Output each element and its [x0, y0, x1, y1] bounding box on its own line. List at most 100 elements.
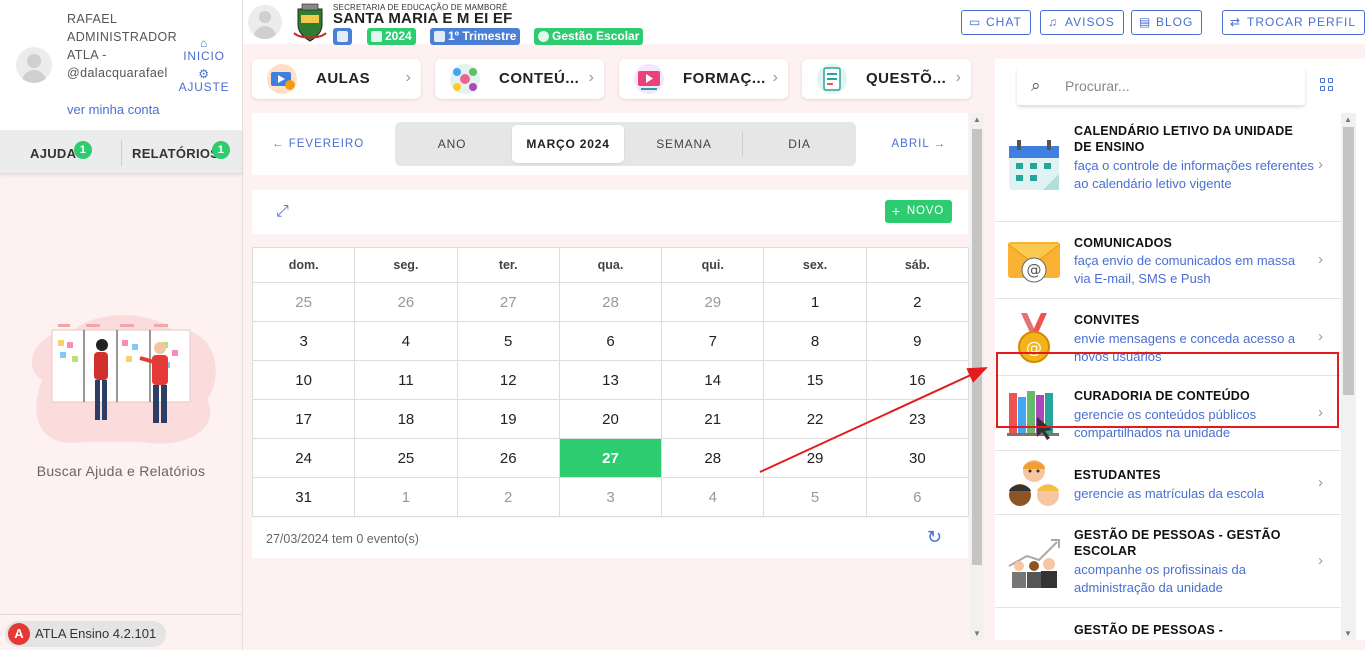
list-item[interactable]: @ COMUNICADOS faça envio de comunicados … [995, 223, 1341, 299]
list-item[interactable]: GESTÃO DE PESSOAS - [995, 609, 1341, 640]
home-button[interactable]: ⌂ INICIO [177, 37, 231, 63]
calendar-day[interactable]: 22 [764, 400, 867, 439]
reports-count-badge: 1 [212, 141, 230, 159]
tab-divider [121, 140, 122, 166]
list-item[interactable]: ESTUDANTES gerencie as matrículas da esc… [995, 452, 1341, 515]
term-chip[interactable]: 1º Trimestre [430, 28, 521, 45]
tab-help[interactable]: AJUDA 1 [30, 141, 92, 161]
calendar-day[interactable]: 3 [559, 478, 663, 517]
module-aulas[interactable]: AULAS › [252, 59, 421, 99]
calendar-day[interactable]: 27 [559, 439, 663, 478]
sidebar-tabs: AJUDA 1 RELATÓRIOS 1 [0, 130, 242, 174]
blog-button[interactable]: ▤ BLOG [1131, 10, 1203, 35]
calendar-day[interactable]: 21 [662, 400, 765, 439]
calendar-day[interactable]: 6 [559, 322, 663, 361]
calendar-day[interactable]: 6 [866, 478, 969, 517]
right-panel-scrollbar[interactable]: ▲ ▼ [1341, 113, 1356, 640]
new-event-button[interactable]: + NOVO [884, 200, 952, 223]
calendar-day[interactable]: 28 [662, 439, 765, 478]
scroll-up-icon[interactable]: ▲ [973, 115, 981, 124]
chat-button[interactable]: ▭ CHAT [961, 10, 1031, 35]
main-scrollbar-thumb[interactable] [972, 129, 982, 565]
calendar-day[interactable]: 23 [866, 400, 969, 439]
calendar-day[interactable]: 12 [457, 361, 560, 400]
chevron-right-icon: › [588, 69, 594, 86]
help-caption: Buscar Ajuda e Relatórios [36, 463, 206, 479]
list-item[interactable]: GESTÃO DE PESSOAS - GESTÃO ESCOLAR acomp… [995, 516, 1341, 608]
grid-view-icon[interactable] [1320, 78, 1334, 92]
content-network-icon [450, 64, 480, 94]
calendar-day[interactable]: 19 [457, 400, 560, 439]
user-box: RAFAEL ADMINISTRADOR ATLA - @dalacquaraf… [0, 0, 242, 130]
calendar-day[interactable]: 2 [866, 283, 969, 322]
main-scrollbar[interactable]: ▲ ▼ [970, 113, 984, 640]
version-pill[interactable]: A ATLA Ensino 4.2.101 [5, 621, 167, 647]
account-link[interactable]: ver minha conta [67, 102, 160, 117]
expand-icon[interactable]: ⤢ [276, 203, 289, 221]
user-avatar[interactable] [16, 47, 52, 83]
scroll-up-icon[interactable]: ▲ [1344, 115, 1352, 124]
module-formacao[interactable]: FORMAÇ... › [619, 59, 788, 99]
atla-logo-icon: A [8, 623, 30, 645]
tab-reports[interactable]: RELATÓRIOS 1 [132, 141, 230, 161]
calendar-day[interactable]: 2 [457, 478, 560, 517]
calendar-day[interactable]: 4 [662, 478, 765, 517]
module-conteudos-label: CONTEÚ... [499, 70, 580, 87]
module-conteudos[interactable]: CONTEÚ... › [435, 59, 604, 99]
term-label: 1º Trimestre [448, 29, 517, 43]
highlight-box [996, 352, 1339, 428]
calendar-day[interactable]: 10 [253, 361, 356, 400]
view-month[interactable]: MARÇO 2024 [512, 125, 624, 163]
calendar-day[interactable]: 16 [866, 361, 969, 400]
settings-button[interactable]: ⚙ AJUSTE [177, 68, 231, 94]
view-year[interactable]: ANO [395, 122, 509, 166]
previous-month-button[interactable]: ← FEVEREIRO [272, 138, 364, 150]
stats-chip[interactable] [333, 28, 352, 45]
calendar-day[interactable]: 25 [253, 283, 356, 322]
search-input[interactable] [1065, 75, 1295, 97]
calendar-day[interactable]: 29 [662, 283, 765, 322]
calendar-day[interactable]: 1 [764, 283, 867, 322]
list-item[interactable]: CALENDÁRIO LETIVO DA UNIDADE DE ENSINO f… [995, 112, 1341, 222]
scroll-down-icon[interactable]: ▼ [1344, 629, 1352, 638]
calendar-day[interactable]: 1 [355, 478, 458, 517]
calendar-day[interactable]: 18 [355, 400, 458, 439]
calendar-day[interactable]: 13 [559, 361, 663, 400]
calendar-day[interactable]: 31 [253, 478, 356, 517]
school-avatar[interactable] [248, 5, 282, 39]
calendar-day[interactable]: 24 [253, 439, 356, 478]
calendar-day[interactable]: 30 [866, 439, 969, 478]
notices-button[interactable]: ♫ AVISOS [1040, 10, 1124, 35]
refresh-icon[interactable]: ↻ [927, 527, 942, 548]
next-month-button[interactable]: ABRIL → [891, 138, 946, 150]
students-icon [1009, 460, 1059, 506]
switch-profile-button[interactable]: ⇄ TROCAR PERFIL [1222, 10, 1365, 35]
calendar-day[interactable]: 9 [866, 322, 969, 361]
view-week[interactable]: SEMANA [627, 122, 741, 166]
calendar-day[interactable]: 28 [559, 283, 663, 322]
module-questoes[interactable]: QUESTÕ... › [802, 59, 971, 99]
year-chip[interactable]: 2024 [367, 28, 416, 45]
scroll-down-icon[interactable]: ▼ [973, 629, 981, 638]
calendar-day[interactable]: 26 [457, 439, 560, 478]
calendar-day[interactable]: 29 [764, 439, 867, 478]
calendar-day[interactable]: 20 [559, 400, 663, 439]
calendar-day[interactable]: 5 [457, 322, 560, 361]
calendar-day[interactable]: 17 [253, 400, 356, 439]
calendar-day[interactable]: 3 [253, 322, 356, 361]
calendar-day[interactable]: 15 [764, 361, 867, 400]
view-day[interactable]: DIA [743, 122, 856, 166]
calendar-day[interactable]: 4 [355, 322, 458, 361]
weekday-label: qua. [559, 248, 663, 283]
calendar-day[interactable]: 11 [355, 361, 458, 400]
calendar-day[interactable]: 8 [764, 322, 867, 361]
calendar-day[interactable]: 14 [662, 361, 765, 400]
calendar-day[interactable]: 7 [662, 322, 765, 361]
mode-chip[interactable]: Gestão Escolar [534, 28, 644, 45]
calendar-day[interactable]: 5 [764, 478, 867, 517]
right-panel-scrollbar-thumb[interactable] [1343, 127, 1354, 395]
calendar-day[interactable]: 27 [457, 283, 560, 322]
calendar-day[interactable]: 26 [355, 283, 458, 322]
calendar-day[interactable]: 25 [355, 439, 458, 478]
list-item-title: GESTÃO DE PESSOAS - GESTÃO ESCOLAR [1074, 528, 1281, 558]
